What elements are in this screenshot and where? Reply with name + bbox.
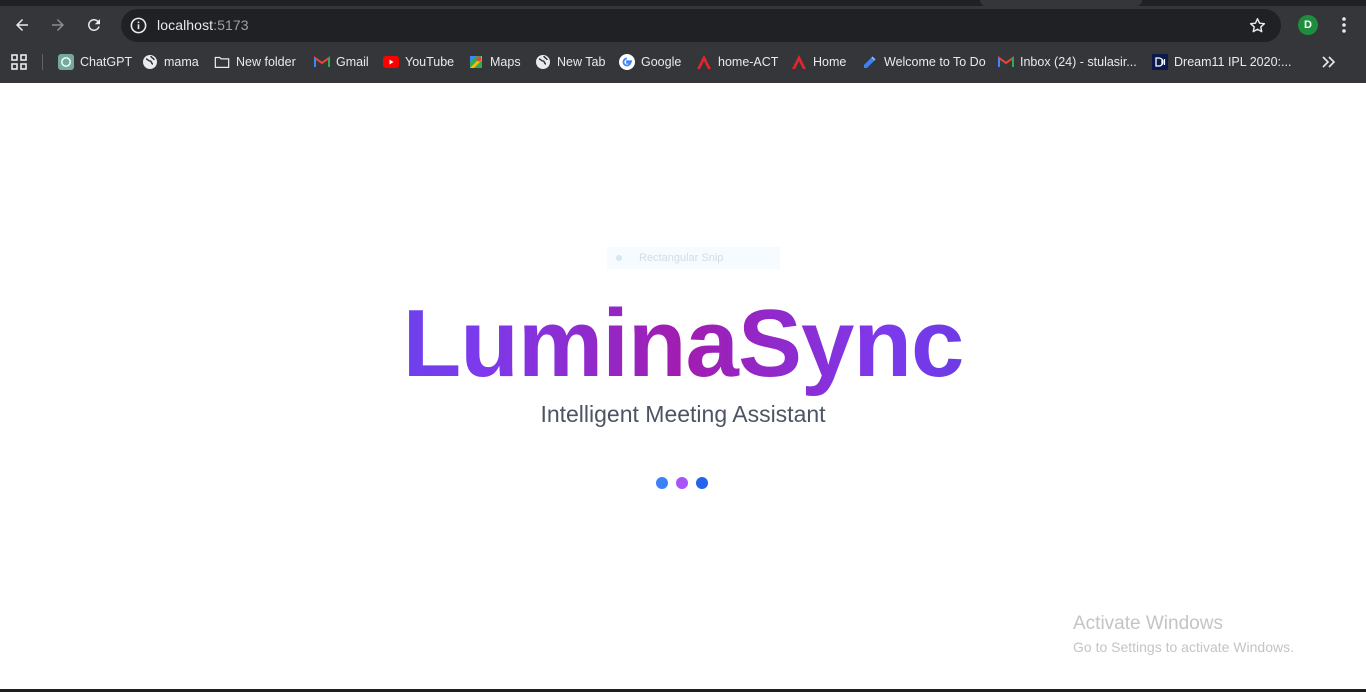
bookmark-label: New folder bbox=[236, 55, 296, 69]
loading-dot bbox=[696, 477, 708, 489]
apps-grid-icon[interactable] bbox=[10, 53, 28, 71]
profile-avatar[interactable]: D bbox=[1298, 15, 1318, 35]
bookmark-new-folder[interactable]: New folder bbox=[214, 51, 296, 73]
chatgpt-icon bbox=[58, 54, 74, 70]
maps-icon bbox=[468, 54, 484, 70]
url-port: :5173 bbox=[213, 17, 249, 33]
more-vertical-icon bbox=[1342, 17, 1346, 33]
globe-icon bbox=[142, 54, 158, 70]
bookmark-maps[interactable]: Maps bbox=[468, 51, 521, 73]
bookmark-dream11[interactable]: Dream11 IPL 2020:... bbox=[1152, 51, 1291, 73]
url-host: localhost bbox=[157, 17, 214, 33]
bookmark-new-tab[interactable]: New Tab bbox=[535, 51, 605, 73]
forward-button[interactable] bbox=[43, 10, 73, 40]
arrow-left-icon bbox=[16, 19, 28, 31]
bookmark-mama[interactable]: mama bbox=[142, 51, 199, 73]
bookmarks-separator bbox=[42, 54, 43, 70]
bookmark-chatgpt[interactable]: ChatGPT bbox=[58, 51, 132, 73]
menu-button[interactable] bbox=[1333, 12, 1355, 38]
back-button[interactable] bbox=[7, 10, 37, 40]
bookmark-label: home-ACT bbox=[718, 55, 779, 69]
app-page: Rectangular Snip LuminaSync Intelligent … bbox=[0, 83, 1366, 692]
bookmark-inbox[interactable]: Inbox (24) - stulasir... bbox=[998, 51, 1137, 73]
reload-icon bbox=[87, 18, 100, 31]
activate-windows-watermark: Activate Windows Go to Settings to activ… bbox=[1073, 613, 1294, 655]
gmail-icon bbox=[998, 54, 1014, 70]
brand-subtitle: Intelligent Meeting Assistant bbox=[540, 401, 826, 427]
snip-dot-icon bbox=[616, 255, 622, 261]
gmail-icon bbox=[314, 54, 330, 70]
bookmark-star-icon[interactable] bbox=[1248, 16, 1267, 35]
bookmarks-bar: ChatGPT mama New folder Gmail YouTube Ma… bbox=[0, 46, 1366, 78]
act-icon bbox=[696, 54, 712, 70]
todo-icon bbox=[862, 54, 878, 70]
site-info-icon[interactable] bbox=[129, 16, 148, 35]
bookmark-label: Inbox (24) - stulasir... bbox=[1020, 55, 1137, 69]
folder-icon bbox=[214, 54, 230, 70]
bookmark-label: Dream11 IPL 2020:... bbox=[1174, 55, 1292, 69]
url-text[interactable]: localhost:5173 bbox=[157, 17, 249, 33]
bookmark-label: mama bbox=[164, 55, 199, 69]
youtube-icon bbox=[383, 54, 399, 70]
google-icon bbox=[619, 54, 635, 70]
bookmark-home[interactable]: Home bbox=[791, 51, 846, 73]
bookmark-google[interactable]: Google bbox=[619, 51, 681, 73]
bookmark-home-act[interactable]: home-ACT bbox=[696, 51, 778, 73]
browser-chrome: localhost:5173 D ChatGPT mama New folder… bbox=[0, 0, 1366, 83]
loading-dot bbox=[676, 477, 688, 489]
bookmark-label: Google bbox=[641, 55, 682, 69]
bookmark-label: New Tab bbox=[557, 55, 606, 69]
address-bar[interactable]: localhost:5173 bbox=[121, 9, 1281, 42]
bookmark-youtube[interactable]: YouTube bbox=[383, 51, 454, 73]
brand-title: LuminaSync bbox=[0, 288, 1366, 400]
snip-tooltip: Rectangular Snip bbox=[607, 247, 780, 269]
bookmark-label: YouTube bbox=[405, 55, 455, 69]
globe-icon bbox=[535, 54, 551, 70]
reload-button[interactable] bbox=[79, 10, 109, 40]
arrow-right-icon bbox=[52, 19, 64, 31]
bookmark-label: Home bbox=[813, 55, 847, 69]
bookmark-welcome-to-do[interactable]: Welcome to To Do bbox=[862, 51, 986, 73]
snip-label: Rectangular Snip bbox=[639, 252, 724, 264]
bookmark-label: Gmail bbox=[336, 55, 369, 69]
act-icon bbox=[791, 54, 807, 70]
browser-toolbar: localhost:5173 D bbox=[0, 6, 1366, 44]
watermark-title: Activate Windows bbox=[1073, 613, 1223, 634]
bookmark-gmail[interactable]: Gmail bbox=[314, 51, 369, 73]
watermark-subtitle: Go to Settings to activate Windows. bbox=[1073, 639, 1294, 655]
bookmark-label: Welcome to To Do bbox=[884, 55, 986, 69]
chevron-double-right-icon[interactable] bbox=[1320, 54, 1338, 70]
loading-dot bbox=[656, 477, 668, 489]
dream11-icon bbox=[1152, 54, 1168, 70]
loading-indicator bbox=[656, 477, 710, 489]
bookmark-label: ChatGPT bbox=[80, 55, 133, 69]
bookmark-label: Maps bbox=[490, 55, 521, 69]
